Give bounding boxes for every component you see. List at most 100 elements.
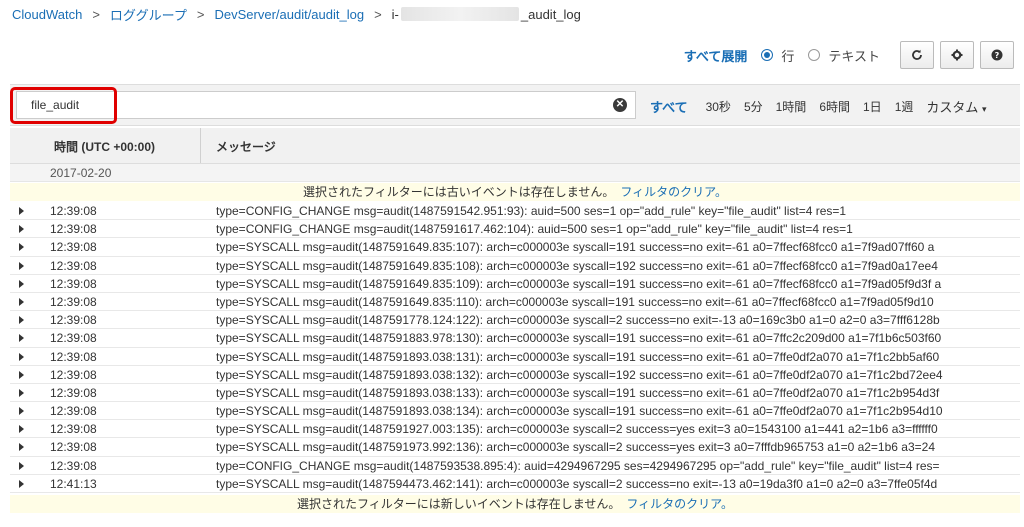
log-event-time: 12:39:08: [50, 240, 97, 255]
log-event-row[interactable]: 12:39:08 type=SYSCALL msg=audit(148759189…: [10, 402, 1020, 421]
time-range-1w[interactable]: 1週: [895, 98, 914, 115]
log-event-row[interactable]: 12:39:08 type=SYSCALL msg=audit(148759164…: [10, 238, 1020, 257]
expand-row-icon[interactable]: [19, 479, 24, 488]
log-event-message: type=SYSCALL msg=audit(1487591893.038:13…: [216, 349, 940, 364]
log-event-row[interactable]: 12:39:08 type=SYSCALL msg=audit(148759189…: [10, 384, 1020, 403]
breadcrumb-stream-suffix: _audit_log: [520, 6, 581, 22]
view-toolbar: すべて展開 行 テキスト ?: [684, 40, 1014, 70]
log-event-message: type=SYSCALL msg=audit(1487591649.835:10…: [216, 276, 942, 291]
log-event-row[interactable]: 12:39:08 type=SYSCALL msg=audit(148759189…: [10, 366, 1020, 384]
log-event-message: type=SYSCALL msg=audit(1487591778.124:12…: [216, 313, 940, 328]
log-event-message: type=SYSCALL msg=audit(1487591893.038:13…: [216, 367, 943, 382]
radio-text-label: テキスト: [828, 48, 880, 64]
log-event-time: 12:39:08: [50, 422, 97, 437]
time-range-6h[interactable]: 6時間: [819, 98, 850, 115]
expand-row-icon[interactable]: [19, 316, 24, 325]
column-divider: [200, 128, 201, 163]
breadcrumb-log-group[interactable]: DevServer/audit/audit_log: [214, 7, 364, 22]
column-header-message[interactable]: メッセージ: [216, 138, 276, 155]
log-event-message: type=SYSCALL msg=audit(1487594473.462:14…: [216, 476, 938, 491]
log-event-time: 12:39:08: [50, 294, 97, 309]
log-event-row[interactable]: 12:39:08 type=SYSCALL msg=audit(148759164…: [10, 275, 1020, 293]
log-event-time: 12:39:08: [50, 385, 97, 400]
breadcrumb-stream-prefix: i-: [391, 6, 399, 22]
clear-filter-icon[interactable]: ✕: [613, 98, 627, 112]
radio-row-label: 行: [781, 48, 795, 64]
breadcrumb-log-groups[interactable]: ロググループ: [110, 5, 187, 24]
log-event-message: type=CONFIG_CHANGE msg=audit(1487591542.…: [216, 204, 847, 218]
clear-filter-link[interactable]: フィルタのクリア。: [626, 497, 733, 511]
expand-row-icon[interactable]: [19, 261, 24, 270]
log-event-row[interactable]: 12:39:08 type=CONFIG_CHANGE msg=audit(148…: [10, 220, 1020, 239]
log-event-row[interactable]: 12:39:08 type=SYSCALL msg=audit(148759164…: [10, 257, 1020, 275]
log-event-row[interactable]: 12:39:08 type=SYSCALL msg=audit(148759192…: [10, 420, 1020, 439]
no-newer-events-notice: 選択されたフィルターには新しいイベントは存在しません。 フィルタのクリア。: [10, 495, 1020, 513]
log-event-message: type=SYSCALL msg=audit(1487591927.003:13…: [216, 422, 938, 437]
expand-row-icon[interactable]: [19, 443, 24, 452]
log-event-row[interactable]: 12:39:08 type=SYSCALL msg=audit(148759189…: [10, 348, 1020, 366]
expand-row-icon[interactable]: [19, 407, 24, 416]
log-event-time: 12:39:08: [50, 204, 97, 218]
log-event-message: type=SYSCALL msg=audit(1487591649.835:10…: [216, 240, 935, 255]
log-event-row[interactable]: 12:39:08 type=SYSCALL msg=audit(148759177…: [10, 311, 1020, 330]
expand-row-icon[interactable]: [19, 207, 24, 215]
log-event-time: 12:39:08: [50, 331, 97, 346]
table-header: 時間 (UTC +00:00) メッセージ: [10, 128, 1020, 164]
log-event-time: 12:39:08: [50, 222, 97, 237]
log-event-row[interactable]: 12:39:08 type=SYSCALL msg=audit(148759188…: [10, 329, 1020, 348]
log-event-message: type=SYSCALL msg=audit(1487591893.038:13…: [216, 404, 943, 419]
time-range-custom[interactable]: カスタム ▾: [926, 97, 986, 116]
time-range-5m[interactable]: 5分: [744, 98, 763, 115]
log-event-message: type=SYSCALL msg=audit(1487591883.978:13…: [216, 331, 942, 346]
time-range-1d[interactable]: 1日: [863, 98, 882, 115]
notice-text: 選択されたフィルターには新しいイベントは存在しません。: [297, 497, 621, 511]
expand-row-icon[interactable]: [19, 388, 24, 397]
time-range-selector: すべて 30秒 5分 1時間 6時間 1日 1週 カスタム ▾: [650, 97, 1000, 116]
breadcrumb-separator: >: [196, 6, 205, 22]
expand-row-icon[interactable]: [19, 425, 24, 434]
log-event-time: 12:39:08: [50, 367, 97, 382]
expand-row-icon[interactable]: [19, 461, 24, 470]
column-header-time[interactable]: 時間 (UTC +00:00): [54, 138, 155, 155]
time-range-custom-label: カスタム: [926, 100, 979, 115]
expand-row-icon[interactable]: [19, 352, 24, 361]
gear-icon: [951, 49, 963, 61]
breadcrumb-separator: >: [92, 6, 100, 22]
breadcrumb-separator: >: [374, 6, 382, 22]
expand-row-icon[interactable]: [19, 243, 24, 252]
help-icon: ?: [991, 49, 1003, 61]
date-label: 2017-02-20: [50, 166, 112, 180]
date-group-row: 2017-02-20: [10, 164, 1020, 182]
refresh-button[interactable]: [900, 41, 934, 69]
expand-row-icon[interactable]: [19, 279, 24, 288]
radio-text-view[interactable]: [808, 49, 821, 61]
time-range-1h[interactable]: 1時間: [776, 98, 807, 115]
log-event-message: type=SYSCALL msg=audit(1487591973.992:13…: [216, 440, 935, 455]
expand-row-icon[interactable]: [19, 297, 24, 306]
log-event-time: 12:39:08: [50, 458, 97, 473]
log-event-time: 12:39:08: [50, 258, 97, 273]
log-event-row[interactable]: 12:39:08 type=SYSCALL msg=audit(148759164…: [10, 293, 1020, 312]
settings-button[interactable]: [940, 41, 974, 69]
log-event-row[interactable]: 12:39:08 type=CONFIG_CHANGE msg=audit(148…: [10, 202, 1020, 221]
expand-row-icon[interactable]: [19, 225, 24, 234]
radio-row-view[interactable]: [761, 49, 774, 61]
log-event-row[interactable]: 12:39:08 type=SYSCALL msg=audit(148759197…: [10, 438, 1020, 457]
expand-row-icon[interactable]: [19, 334, 24, 343]
help-button[interactable]: ?: [980, 41, 1014, 69]
breadcrumb-cloudwatch[interactable]: CloudWatch: [12, 7, 82, 22]
expand-row-icon[interactable]: [19, 370, 24, 379]
no-older-events-notice: 選択されたフィルターには古いイベントは存在しません。 フィルタのクリア。: [10, 183, 1020, 201]
log-event-message: type=SYSCALL msg=audit(1487591893.038:13…: [216, 385, 940, 400]
refresh-icon: [912, 49, 922, 60]
expand-all-link[interactable]: すべて展開: [684, 46, 748, 65]
log-event-row[interactable]: 12:41:13 type=SYSCALL msg=audit(148759447…: [10, 475, 1020, 493]
log-event-time: 12:39:08: [50, 440, 97, 455]
log-event-row[interactable]: 12:39:08 type=CONFIG_CHANGE msg=audit(148…: [10, 457, 1020, 475]
log-event-time: 12:41:13: [50, 476, 97, 491]
log-events-list: 12:39:08 type=CONFIG_CHANGE msg=audit(148…: [10, 202, 1020, 493]
redacted-block: [400, 7, 519, 21]
clear-filter-link[interactable]: フィルタのクリア。: [620, 185, 727, 199]
time-range-all[interactable]: すべて: [650, 97, 688, 116]
time-range-30s[interactable]: 30秒: [706, 98, 731, 115]
